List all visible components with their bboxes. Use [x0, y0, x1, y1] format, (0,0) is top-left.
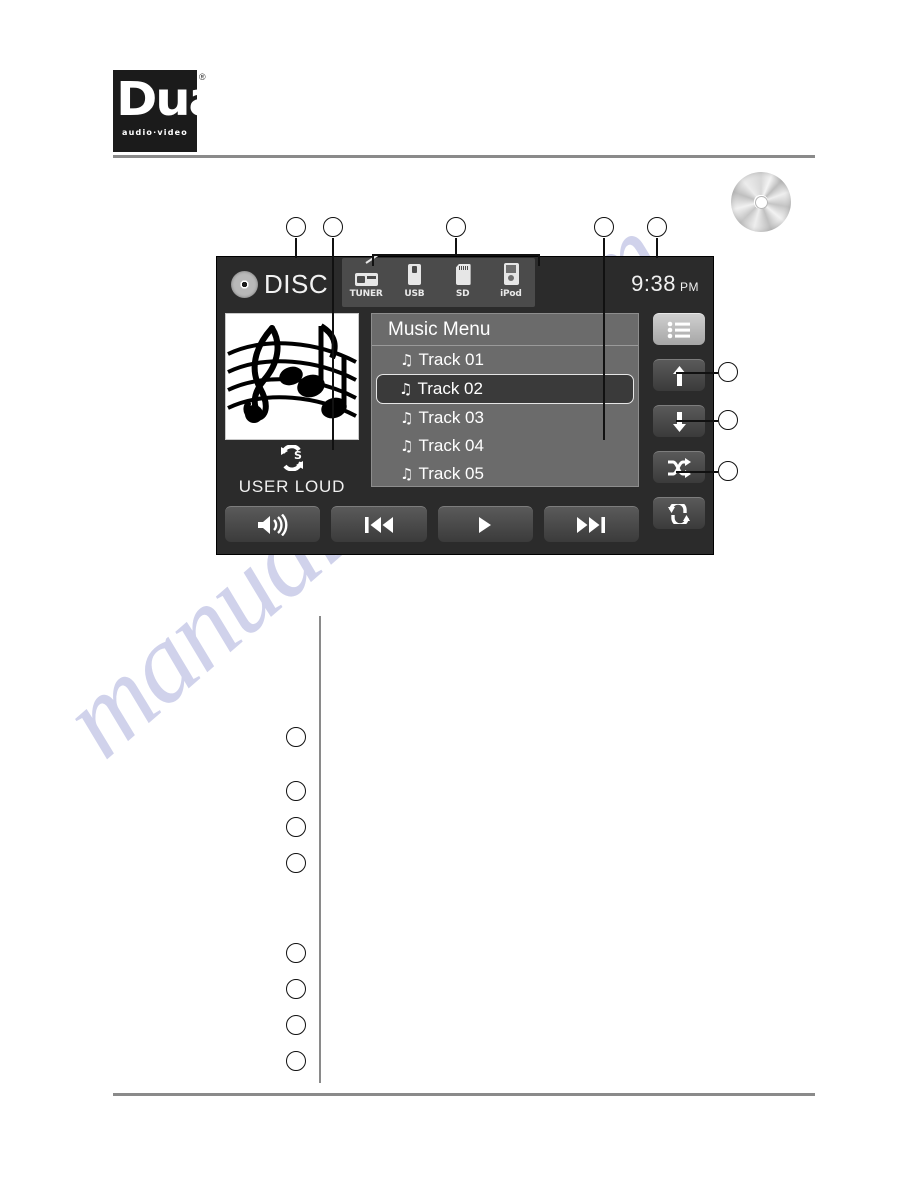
track-list-item[interactable]: ♫ Track 01 — [374, 346, 636, 374]
source-button-usb[interactable]: USB — [392, 261, 436, 299]
callout-4-leader — [603, 238, 605, 440]
side-button-column — [653, 313, 705, 543]
scroll-up-button[interactable] — [653, 359, 705, 391]
head-unit-screen: DISC TUNER USB SD iPod 9:38 PM S USER LO… — [216, 254, 714, 555]
callout-6 — [718, 362, 738, 382]
shuffle-button[interactable] — [653, 451, 705, 483]
callout-3 — [446, 217, 466, 237]
track-list-item[interactable]: ♫ Track 05 — [374, 460, 636, 488]
brand-tagline: audio·video — [122, 128, 188, 137]
music-menu-panel: Music Menu ♫ Track 01 ♫ Track 02 ♫ Track… — [371, 313, 639, 487]
source-indicator: DISC — [231, 269, 328, 300]
repeat-icon — [666, 503, 692, 524]
track-list-item[interactable]: ♫ Track 04 — [374, 432, 636, 460]
music-note-icon: ♫ — [400, 408, 414, 427]
source-label-sd: SD — [455, 289, 470, 299]
legend-callout-5 — [286, 943, 306, 963]
callout-7-leader — [676, 420, 718, 422]
music-note-icon: ♫ — [400, 350, 414, 369]
previous-icon — [364, 516, 394, 534]
registered-mark: ® — [199, 72, 206, 82]
track-label: Track 03 — [418, 408, 484, 427]
track-label: Track 04 — [418, 436, 484, 455]
callout-5-leader — [656, 238, 658, 258]
track-list-item-selected[interactable]: ♫ Track 02 — [376, 374, 634, 404]
music-menu-title: Music Menu — [372, 314, 638, 346]
previous-track-button[interactable] — [331, 506, 427, 542]
callout-3-bracket-right — [538, 254, 540, 266]
source-label-tuner: TUNER — [349, 289, 383, 299]
legend-callout-6 — [286, 979, 306, 999]
brand-name: Dual — [116, 72, 237, 126]
play-button[interactable] — [437, 506, 533, 542]
compact-disc-icon — [731, 172, 791, 232]
svg-text:S: S — [294, 449, 302, 462]
track-label: Track 01 — [418, 350, 484, 369]
source-button-ipod[interactable]: iPod — [489, 261, 533, 299]
repeat-button[interactable] — [653, 497, 705, 529]
play-icon — [476, 516, 494, 534]
track-label: Track 05 — [418, 464, 484, 483]
clock-time: 9:38 — [631, 271, 676, 296]
header-divider — [113, 155, 815, 158]
source-indicator-label: DISC — [264, 269, 329, 299]
source-selector-strip[interactable]: TUNER USB SD iPod — [342, 254, 535, 307]
ipod-icon — [498, 261, 524, 288]
source-button-tuner[interactable]: TUNER — [344, 254, 388, 299]
clock-meridiem: PM — [680, 280, 699, 294]
volume-button[interactable] — [225, 506, 321, 542]
callout-4 — [594, 217, 614, 237]
legend-callout-1 — [286, 727, 306, 747]
arrow-up-icon — [672, 365, 687, 386]
music-note-icon: ♫ — [400, 436, 414, 455]
callout-1-leader — [295, 238, 297, 258]
callout-1 — [286, 217, 306, 237]
radio-tuner-icon — [353, 254, 379, 288]
legend-callout-4 — [286, 853, 306, 873]
music-note-icon: ♫ — [399, 379, 413, 398]
source-label-ipod: iPod — [500, 289, 522, 299]
list-icon — [666, 321, 692, 339]
disc-icon — [231, 271, 258, 298]
callout-6-leader — [676, 372, 718, 374]
legend-callout-8 — [286, 1051, 306, 1071]
repeat-scan-icon: S — [277, 445, 307, 471]
track-label: Track 02 — [417, 379, 483, 398]
sd-card-icon — [450, 261, 476, 288]
usb-drive-icon — [401, 261, 427, 288]
clock: 9:38 PM — [631, 271, 699, 297]
next-track-button[interactable] — [543, 506, 639, 542]
legend-callout-3 — [286, 817, 306, 837]
list-menu-button[interactable] — [653, 313, 705, 345]
callout-2-leader — [332, 238, 334, 450]
legend-callout-2 — [286, 781, 306, 801]
callout-8 — [718, 461, 738, 481]
track-list-item[interactable]: ♫ Track 03 — [374, 404, 636, 432]
legend-callout-7 — [286, 1015, 306, 1035]
speaker-volume-icon — [256, 513, 290, 536]
source-label-usb: USB — [404, 289, 425, 299]
transport-button-row — [225, 506, 639, 542]
footer-divider — [113, 1093, 815, 1096]
shuffle-icon — [667, 457, 691, 478]
callout-2 — [323, 217, 343, 237]
status-bar: DISC TUNER USB SD iPod 9:38 PM — [217, 254, 713, 311]
callout-7 — [718, 410, 738, 430]
audio-status-row: S USER LOUD — [225, 445, 359, 497]
audio-status-text: USER LOUD — [238, 477, 346, 496]
legend-divider — [319, 616, 321, 1083]
callout-3-bracket — [372, 254, 540, 256]
music-note-icon: ♫ — [400, 464, 414, 483]
callout-8-leader — [676, 471, 718, 473]
brand-logo: Dual audio·video — [113, 70, 237, 152]
album-art — [225, 313, 359, 440]
callout-5 — [647, 217, 667, 237]
callout-3-bracket-left — [372, 254, 374, 266]
source-button-sd[interactable]: SD — [441, 261, 485, 299]
next-icon — [576, 516, 606, 534]
